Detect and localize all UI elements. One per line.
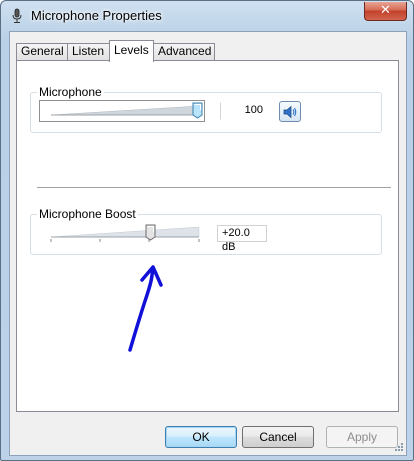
levels-separator (37, 187, 391, 189)
apply-button[interactable]: Apply (326, 426, 398, 448)
annotation-arrow-icon (128, 265, 163, 352)
mute-toggle-button[interactable] (279, 101, 301, 122)
microphone-icon (9, 8, 25, 24)
resize-grip-icon[interactable] (394, 442, 404, 452)
ok-button-label: OK (192, 430, 210, 444)
properties-window: Microphone Properties ✕ General Listen L… (0, 0, 414, 461)
microphone-group: Microphone 100 (30, 85, 382, 133)
apply-button-label: Apply (346, 430, 378, 444)
tab-levels[interactable]: Levels (109, 40, 154, 62)
microphone-level-text: 100 (244, 104, 263, 116)
microphone-boost-slider-thumb[interactable] (145, 224, 156, 241)
microphone-boost-text: +20.0 dB (222, 227, 250, 253)
microphone-slider-thumb[interactable] (192, 102, 203, 119)
title-bar[interactable]: Microphone Properties ✕ (1, 1, 413, 31)
microphone-boost-value[interactable]: +20.0 dB (217, 225, 267, 253)
speaker-icon (283, 105, 297, 119)
tab-label: General (21, 44, 64, 58)
microphone-group-label: Microphone (37, 85, 104, 99)
microphone-level-value[interactable]: 100 (220, 102, 268, 120)
dialog-client-area: General Listen Levels Advanced Microphon… (9, 31, 407, 456)
window-title: Microphone Properties (31, 8, 162, 23)
close-button[interactable]: ✕ (364, 2, 407, 21)
tab-general[interactable]: General (16, 43, 68, 60)
tab-label: Levels (114, 43, 149, 57)
microphone-boost-group-label: Microphone Boost (37, 207, 138, 221)
tab-label: Advanced (158, 44, 212, 58)
tab-listen[interactable]: Listen (67, 43, 110, 60)
close-icon: ✕ (380, 3, 391, 18)
tab-label: Listen (72, 44, 105, 58)
tab-advanced[interactable]: Advanced (153, 43, 215, 60)
microphone-level-slider[interactable] (39, 100, 205, 122)
cancel-button[interactable]: Cancel (242, 426, 314, 448)
levels-panel: Microphone 100 Microphone Boost +20.0 dB (16, 60, 399, 412)
microphone-boost-group: Microphone Boost +20.0 dB (30, 207, 382, 255)
microphone-boost-slider[interactable] (39, 222, 205, 244)
cancel-button-label: Cancel (259, 430, 297, 444)
ok-button[interactable]: OK (165, 426, 237, 448)
